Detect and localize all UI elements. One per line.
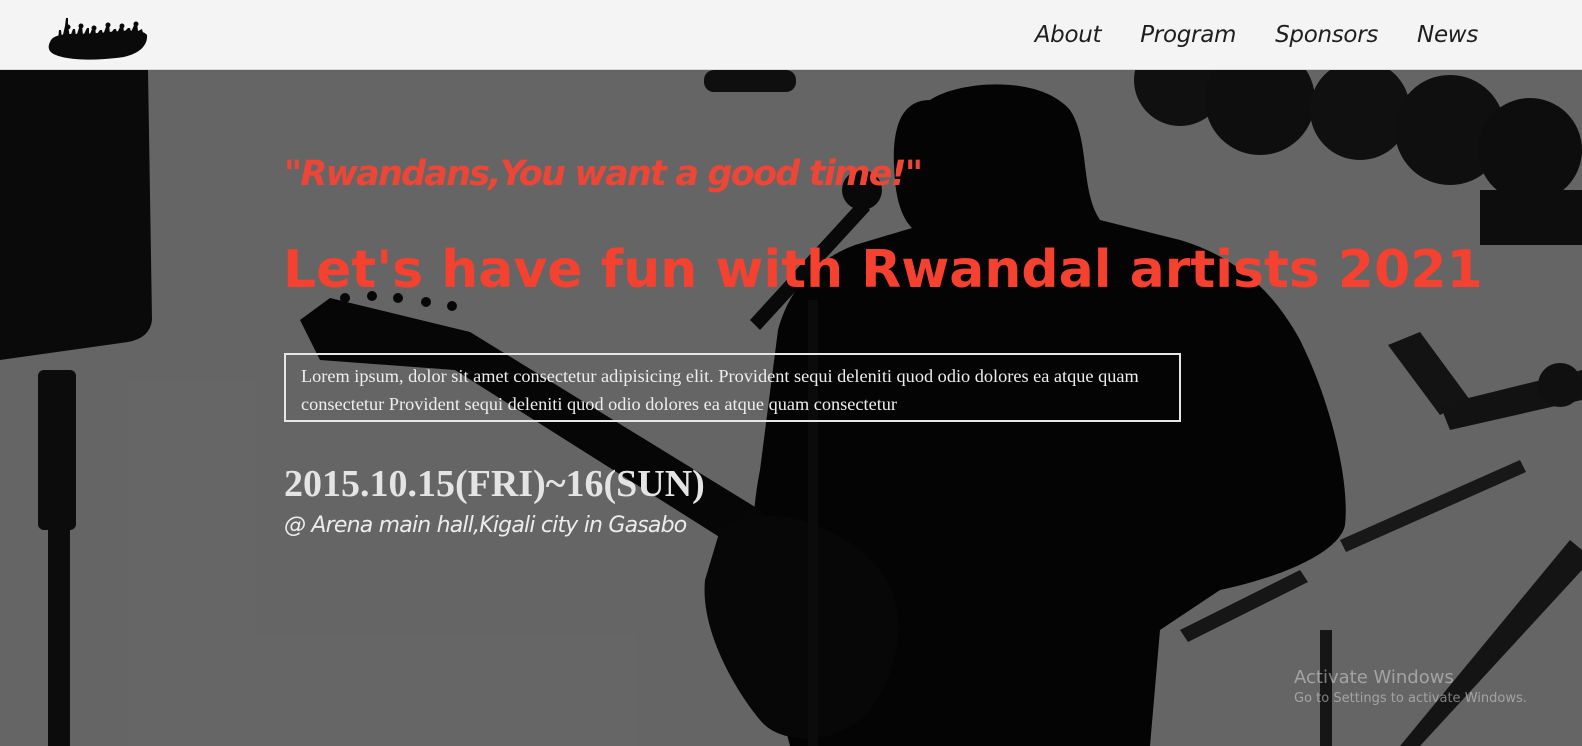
hero-tagline: "Rwandans,You want a good time!" — [284, 154, 923, 194]
nav-link-news[interactable]: News — [1417, 22, 1478, 48]
hero-section: "Rwandans,You want a good time!" Let's h… — [0, 70, 1582, 746]
event-date: 2015.10.15(FRI)~16(SUN) — [284, 463, 705, 505]
main-nav: About Program Sponsors News — [1035, 0, 1479, 70]
watermark-subtitle: Go to Settings to activate Windows. — [1294, 691, 1527, 706]
watermark-title: Activate Windows — [1294, 667, 1454, 688]
hero-headline: Let's have fun with Rwandal artists 2021 — [283, 240, 1483, 300]
nav-link-program[interactable]: Program — [1140, 22, 1236, 48]
top-navbar: About Program Sponsors News — [0, 0, 1582, 70]
hero-description: Lorem ipsum, dolor sit amet consectetur … — [284, 353, 1181, 422]
nav-link-about[interactable]: About — [1035, 22, 1102, 48]
windows-activation-watermark: Activate Windows Go to Settings to activ… — [1294, 666, 1527, 708]
crowd-silhouette-logo-icon[interactable] — [46, 6, 150, 62]
event-venue: @ Arena main hall,Kigali city in Gasabo — [284, 513, 687, 538]
nav-link-sponsors[interactable]: Sponsors — [1275, 22, 1378, 48]
